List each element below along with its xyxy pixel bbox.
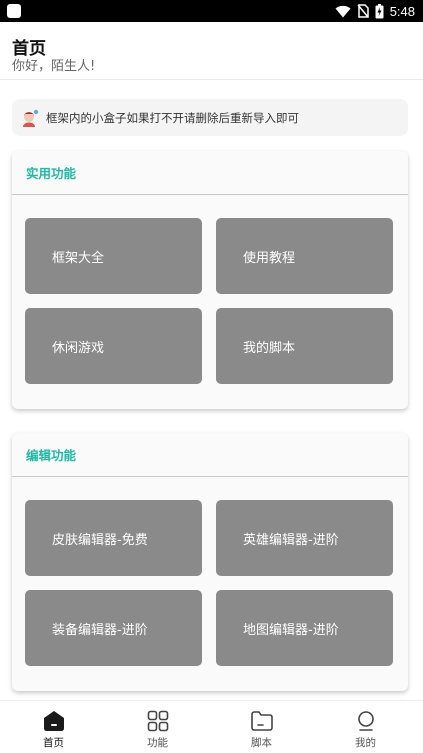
status-bar: 5:48	[0, 0, 423, 22]
bottom-tab-bar: 首页 功能 脚本 我的	[0, 700, 423, 753]
section-title: 实用功能	[26, 166, 77, 181]
notice-text: 框架内的小盒子如果打不开请删除后重新导入即可	[46, 110, 299, 125]
profile-icon	[357, 711, 374, 731]
tab-features[interactable]: 功能	[105, 701, 210, 753]
tab-scripts[interactable]: 脚本	[209, 701, 314, 753]
tab-label: 脚本	[251, 737, 272, 749]
section-utilities: 实用功能 框架大全 使用教程 休闲游戏 我的脚本	[12, 151, 408, 409]
system-tray: 5:48	[335, 2, 415, 20]
avatar-sticker-icon	[23, 109, 39, 127]
tile-my-scripts[interactable]: 我的脚本	[216, 308, 393, 384]
tile-tutorial[interactable]: 使用教程	[216, 218, 393, 294]
page-header: 首页 你好，陌生人!	[0, 22, 423, 80]
tab-label: 首页	[43, 737, 64, 749]
tab-home[interactable]: 首页	[1, 701, 106, 753]
folder-icon	[250, 711, 273, 731]
tab-label: 功能	[147, 737, 168, 749]
section-editors: 编辑功能 皮肤编辑器-免费 英雄编辑器-进阶 装备编辑器-进阶 地图编辑器-进阶	[12, 433, 408, 691]
grid-icon	[147, 710, 168, 732]
tab-label: 我的	[355, 737, 376, 749]
wifi-icon	[335, 5, 351, 17]
tile-equipment-editor[interactable]: 装备编辑器-进阶	[25, 590, 202, 666]
notice-banner: 框架内的小盒子如果打不开请删除后重新导入即可	[12, 99, 408, 136]
section-title: 编辑功能	[26, 448, 77, 463]
tab-profile[interactable]: 我的	[313, 701, 418, 753]
battery-charging-icon	[375, 3, 384, 18]
section-header: 编辑功能	[12, 433, 408, 477]
tile-hero-editor[interactable]: 英雄编辑器-进阶	[216, 500, 393, 576]
section-header: 实用功能	[12, 151, 408, 195]
greeting-text: 你好，陌生人!	[12, 59, 96, 74]
tile-map-editor[interactable]: 地图编辑器-进阶	[216, 590, 393, 666]
tile-casual-games[interactable]: 休闲游戏	[25, 308, 202, 384]
app-notification-icon	[7, 4, 21, 18]
tile-framework-collection[interactable]: 框架大全	[25, 218, 202, 294]
tile-skin-editor[interactable]: 皮肤编辑器-免费	[25, 500, 202, 576]
no-sim-icon	[357, 4, 369, 18]
home-icon	[43, 711, 64, 731]
clock: 5:48	[389, 3, 415, 19]
